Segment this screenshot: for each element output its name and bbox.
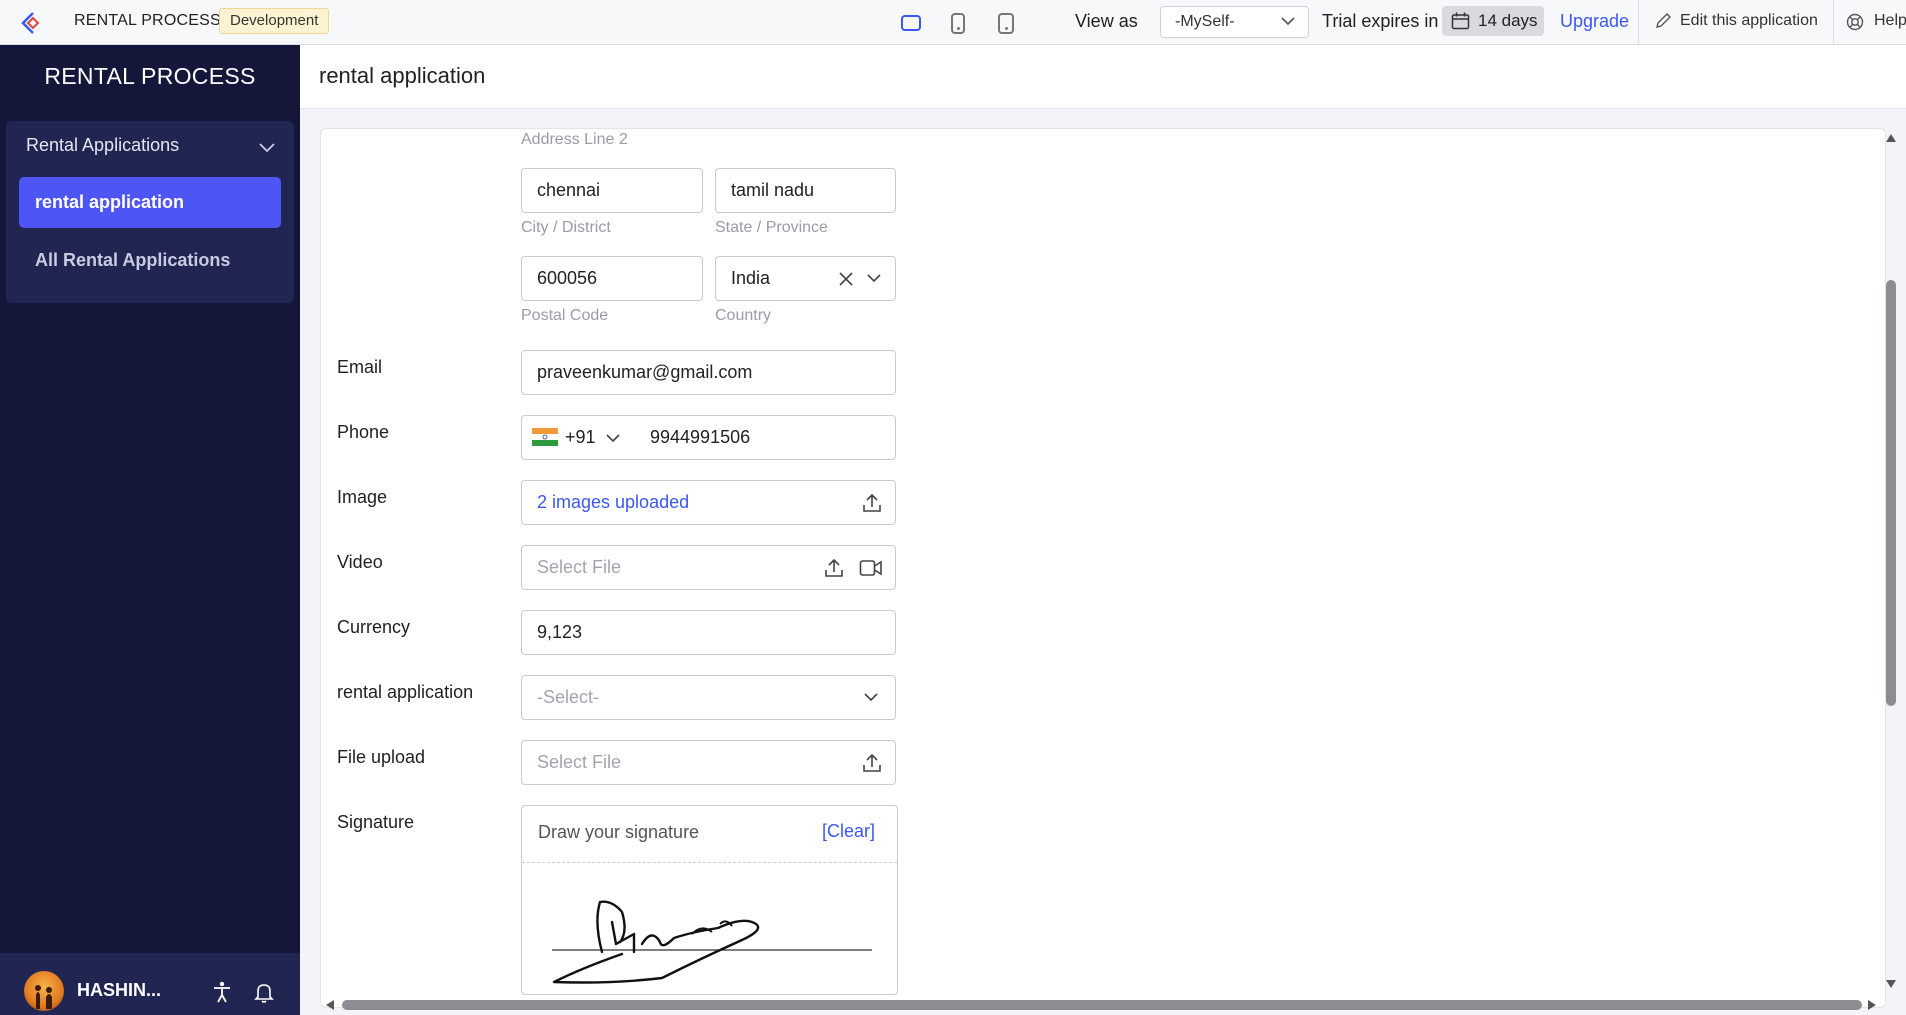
video-label: Video [337, 552, 383, 572]
file-upload-field[interactable]: Select File [521, 740, 896, 785]
address-line2-label: Address Line 2 [521, 131, 628, 148]
divider [1833, 0, 1834, 45]
postal-code-input[interactable]: 600056 [521, 256, 703, 301]
signature-prompt: Draw your signature [538, 822, 700, 842]
scroll-down-icon[interactable] [1886, 980, 1896, 988]
sidebar-group-header[interactable]: Rental Applications [26, 135, 179, 156]
page-title: rental application [319, 63, 486, 88]
sidebar-title: RENTAL PROCESS [44, 63, 256, 89]
video-upload-placeholder: Select File [537, 557, 622, 577]
avatar[interactable] [24, 971, 64, 1011]
tablet-view-icon[interactable] [945, 10, 971, 36]
sidebar: RENTAL PROCESS Rental Applications renta… [0, 45, 300, 1015]
image-label: Image [337, 487, 388, 507]
upload-icon[interactable] [861, 752, 883, 774]
chevron-down-icon[interactable] [258, 141, 276, 153]
city-label: City / District [521, 219, 611, 236]
desktop-view-icon[interactable] [898, 10, 924, 36]
chevron-down-icon[interactable] [605, 433, 621, 445]
vertical-scrollbar[interactable] [1882, 128, 1900, 994]
india-flag-icon [532, 428, 558, 446]
city-input[interactable]: chennai [521, 168, 703, 213]
signature-pad[interactable]: Draw your signature [Clear] [521, 805, 898, 995]
currency-label: Currency [337, 617, 411, 637]
scrollbar-thumb[interactable] [1886, 280, 1896, 706]
currency-field[interactable]: 9,123 [521, 610, 896, 655]
accessibility-icon[interactable] [212, 981, 232, 1003]
sidebar-group: Rental Applications rental application A… [6, 121, 294, 303]
country-value: India [731, 268, 771, 288]
state-input[interactable]: tamil nadu [715, 168, 896, 213]
state-label: State / Province [715, 219, 828, 236]
signature-label: Signature [337, 812, 415, 832]
view-as-value: -MySelf- [1175, 13, 1235, 30]
email-field[interactable]: praveenkumar@gmail.com [521, 350, 896, 395]
help-button[interactable]: Help [1846, 12, 1906, 31]
signature-clear-button[interactable]: [Clear] [822, 821, 875, 842]
scroll-left-icon[interactable] [326, 1000, 334, 1010]
view-as-select[interactable]: -MySelf- [1160, 6, 1309, 38]
scroll-right-icon[interactable] [1868, 1000, 1876, 1010]
phone-field[interactable]: +91 9944991506 [521, 415, 896, 460]
video-camera-icon[interactable] [859, 559, 883, 577]
trial-label: Trial expires in [1322, 11, 1439, 31]
bell-icon[interactable] [254, 981, 274, 1003]
phone-label: Phone [337, 422, 390, 442]
rental-application-select[interactable]: -Select- [521, 675, 896, 720]
signature-drawing [552, 900, 872, 984]
country-select[interactable]: India [715, 256, 896, 301]
file-upload-label: File upload [337, 747, 426, 767]
phone-country-code[interactable]: +91 [565, 416, 596, 459]
upgrade-link[interactable]: Upgrade [1560, 11, 1629, 32]
phone-number[interactable]: 9944991506 [650, 416, 750, 459]
clear-icon[interactable] [838, 271, 854, 287]
image-upload-status[interactable]: 2 images uploaded [537, 492, 689, 512]
upload-icon[interactable] [823, 557, 845, 579]
file-upload-placeholder: Select File [537, 752, 622, 772]
trial-days-badge: 14 days [1442, 6, 1544, 36]
page-header: rental application [300, 45, 1906, 109]
chevron-down-icon [1281, 17, 1295, 26]
video-upload-field[interactable]: Select File [521, 545, 896, 590]
image-upload-field[interactable]: 2 images uploaded [521, 480, 896, 525]
edit-application-label: Edit this application [1680, 12, 1818, 29]
mobile-view-icon[interactable] [993, 10, 1019, 36]
help-label: Help [1874, 12, 1906, 29]
edit-application-button[interactable]: Edit this application [1654, 12, 1818, 30]
sidebar-item-rental-application[interactable]: rental application [19, 177, 281, 228]
upload-icon[interactable] [861, 492, 883, 514]
app-logo-icon[interactable] [20, 10, 46, 36]
rental-application-placeholder: -Select- [537, 687, 600, 707]
divider [522, 862, 897, 863]
sidebar-item-all-rental-applications[interactable]: All Rental Applications [35, 250, 230, 271]
user-name[interactable]: HASHIN... [77, 980, 161, 1001]
view-as-label: View as [1075, 11, 1138, 31]
divider [1638, 0, 1639, 45]
calendar-icon [1451, 12, 1470, 30]
horizontal-scrollbar[interactable] [322, 996, 1882, 1014]
postal-code-label: Postal Code [521, 307, 609, 324]
email-label: Email [337, 357, 383, 377]
top-bar: RENTAL PROCESS Development View as -MySe… [0, 0, 1906, 45]
lifebuoy-icon [1846, 13, 1864, 31]
country-label: Country [715, 307, 772, 324]
chevron-down-icon[interactable] [866, 273, 882, 285]
trial-days-value: 14 days [1478, 11, 1538, 30]
rental-application-label: rental application [337, 682, 474, 702]
user-bar: HASHIN... [0, 953, 300, 1015]
environment-badge[interactable]: Development [219, 8, 330, 34]
scrollbar-thumb[interactable] [342, 1000, 1862, 1010]
chevron-down-icon[interactable] [863, 692, 879, 704]
app-name: RENTAL PROCESS [74, 12, 221, 29]
scroll-up-icon[interactable] [1886, 134, 1896, 142]
pencil-icon [1656, 13, 1671, 28]
